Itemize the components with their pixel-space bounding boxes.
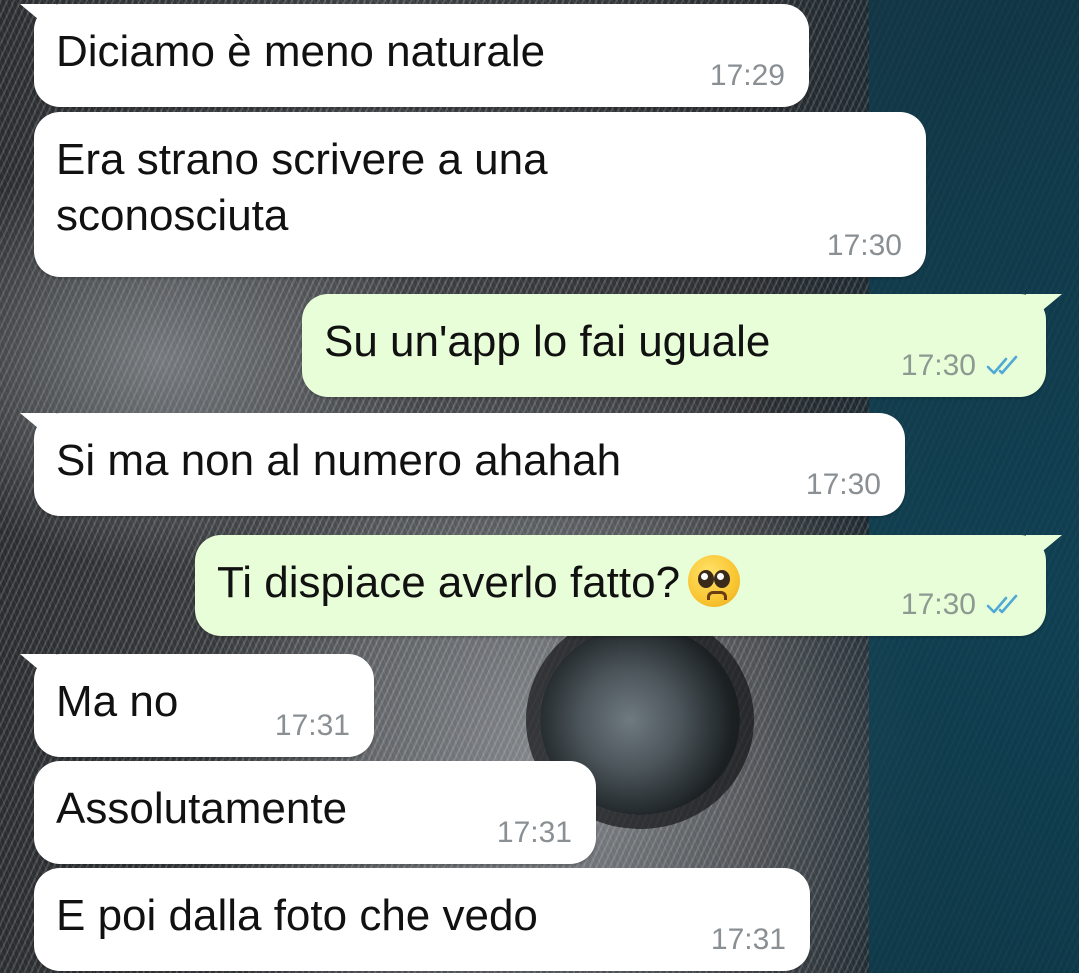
- message-bubble-incoming[interactable]: E poi dalla foto che vedo 17:31: [34, 868, 810, 971]
- message-bubble-incoming[interactable]: Era strano scrivere a una sconosciuta 17…: [34, 112, 926, 277]
- message-list[interactable]: Diciamo è meno naturale 17:29 Era strano…: [0, 0, 1079, 973]
- message-time: 17:29: [709, 59, 785, 92]
- message-meta: 17:31: [711, 923, 786, 957]
- message-time: 17:31: [496, 816, 572, 849]
- message-bubble-incoming[interactable]: Diciamo è meno naturale 17:29: [20, 4, 809, 107]
- message-meta: 17:30: [901, 349, 1022, 383]
- message-meta: 17:30: [806, 468, 881, 502]
- message-bubble-incoming[interactable]: Assolutamente 17:31: [34, 761, 596, 864]
- message-time: 17:30: [900, 349, 976, 382]
- message-bubble-outgoing[interactable]: Ti dispiace averlo fatto? 17:30: [195, 535, 1062, 636]
- message-meta: 17:31: [275, 709, 350, 743]
- message-time: 17:31: [710, 923, 786, 956]
- message-meta: 17:29: [710, 59, 785, 93]
- message-text: Ti dispiace averlo fatto?: [217, 558, 681, 607]
- bubble-tail: [20, 4, 56, 34]
- message-time: 17:30: [900, 588, 976, 621]
- message-text: E poi dalla foto che vedo: [56, 891, 538, 940]
- message-text: Diciamo è meno naturale: [56, 27, 546, 76]
- bubble-tail: [1026, 294, 1062, 324]
- pleading-face-emoji: [688, 555, 741, 608]
- message-meta: 17:30: [827, 229, 902, 263]
- bubble-tail: [20, 654, 56, 684]
- message-bubble-outgoing[interactable]: Su un'app lo fai uguale 17:30: [302, 294, 1062, 397]
- double-check-read-icon: [986, 355, 1018, 375]
- message-time: 17:31: [274, 709, 350, 742]
- message-time: 17:30: [805, 468, 881, 501]
- message-text: Era strano scrivere a una sconosciuta: [56, 135, 548, 240]
- double-check-read-icon: [986, 594, 1018, 614]
- message-text: Si ma non al numero ahahah: [56, 436, 622, 485]
- message-bubble-incoming[interactable]: Si ma non al numero ahahah 17:30: [20, 413, 905, 516]
- message-time: 17:30: [826, 229, 902, 262]
- message-meta: 17:30: [901, 588, 1022, 622]
- bubble-tail: [1026, 535, 1062, 565]
- bubble-tail: [20, 413, 56, 443]
- message-meta: 17:31: [497, 816, 572, 850]
- message-bubble-incoming[interactable]: Ma no 17:31: [20, 654, 374, 757]
